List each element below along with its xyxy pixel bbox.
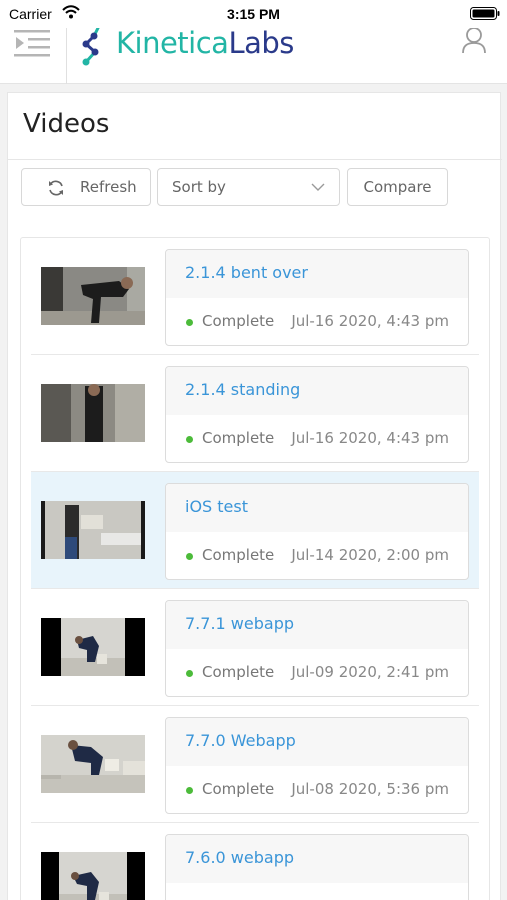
video-thumbnail	[41, 735, 145, 793]
menu-collapse-icon[interactable]	[14, 26, 54, 60]
video-row[interactable]: 7.7.0 Webapp Complete Jul-08 2020, 5:36 …	[31, 706, 479, 823]
videos-panel: Videos Refresh Sort by Compare 2.1.4 ben…	[7, 92, 502, 900]
video-date: Jul-16 2020, 4:43 pm	[291, 312, 449, 330]
video-row[interactable]: 7.6.0 webapp	[31, 823, 479, 900]
video-date: Jul-09 2020, 2:41 pm	[291, 663, 449, 681]
video-title[interactable]: 7.6.0 webapp	[185, 848, 294, 867]
title-divider	[8, 159, 502, 160]
video-status: Complete	[202, 780, 275, 798]
sort-by-placeholder: Sort by	[172, 178, 226, 196]
video-row[interactable]: 2.1.4 standing Complete Jul-16 2020, 4:4…	[31, 355, 479, 472]
sort-by-select[interactable]: Sort by	[157, 168, 340, 206]
refresh-button[interactable]: Refresh	[21, 168, 151, 206]
battery-icon	[470, 7, 500, 20]
video-card: 2.1.4 standing Complete Jul-16 2020, 4:4…	[165, 366, 469, 463]
video-row[interactable]: 2.1.4 bent over Complete Jul-16 2020, 4:…	[31, 238, 479, 355]
status-dot-icon	[186, 436, 193, 443]
video-title[interactable]: iOS test	[185, 497, 248, 516]
video-title[interactable]: 2.1.4 bent over	[185, 263, 308, 282]
video-thumbnail	[41, 384, 145, 442]
video-card: 2.1.4 bent over Complete Jul-16 2020, 4:…	[165, 249, 469, 346]
video-card: 7.7.1 webapp Complete Jul-09 2020, 2:41 …	[165, 600, 469, 697]
logo-text-labs: Labs	[228, 26, 294, 60]
header-divider	[66, 28, 67, 84]
video-card: 7.6.0 webapp	[165, 834, 469, 900]
chevron-down-icon	[311, 183, 325, 191]
video-thumbnail	[41, 618, 145, 676]
status-dot-icon	[186, 319, 193, 326]
video-title[interactable]: 2.1.4 standing	[185, 380, 300, 399]
video-thumbnail	[41, 852, 145, 900]
video-row[interactable]: iOS test Complete Jul-14 2020, 2:00 pm	[31, 472, 479, 589]
video-date: Jul-16 2020, 4:43 pm	[291, 429, 449, 447]
video-list: 2.1.4 bent over Complete Jul-16 2020, 4:…	[20, 237, 490, 900]
status-bar: Carrier 3:15 PM	[0, 0, 507, 28]
status-dot-icon	[186, 670, 193, 677]
status-dot-icon	[186, 553, 193, 560]
video-thumbnail	[41, 267, 145, 325]
video-status: Complete	[202, 312, 275, 330]
page-title: Videos	[23, 109, 110, 139]
refresh-icon	[49, 180, 63, 196]
logo-text: KineticaLabs	[116, 26, 294, 60]
video-row[interactable]: 7.7.1 webapp Complete Jul-09 2020, 2:41 …	[31, 589, 479, 706]
video-status: Complete	[202, 429, 275, 447]
video-date: Jul-14 2020, 2:00 pm	[291, 546, 449, 564]
video-thumbnail	[41, 501, 145, 559]
user-icon[interactable]	[461, 26, 487, 54]
refresh-button-label: Refresh	[80, 178, 137, 196]
video-status: Complete	[202, 546, 275, 564]
status-dot-icon	[186, 787, 193, 794]
logo-text-kinetica: Kinetica	[116, 26, 229, 60]
video-title[interactable]: 7.7.1 webapp	[185, 614, 294, 633]
compare-button[interactable]: Compare	[347, 168, 448, 206]
video-status: Complete	[202, 663, 275, 681]
video-card: 7.7.0 Webapp Complete Jul-08 2020, 5:36 …	[165, 717, 469, 814]
compare-button-label: Compare	[363, 178, 432, 196]
video-date: Jul-08 2020, 5:36 pm	[291, 780, 449, 798]
video-title[interactable]: 7.7.0 Webapp	[185, 731, 296, 750]
video-card: iOS test Complete Jul-14 2020, 2:00 pm	[165, 483, 469, 580]
clock: 3:15 PM	[227, 6, 280, 22]
